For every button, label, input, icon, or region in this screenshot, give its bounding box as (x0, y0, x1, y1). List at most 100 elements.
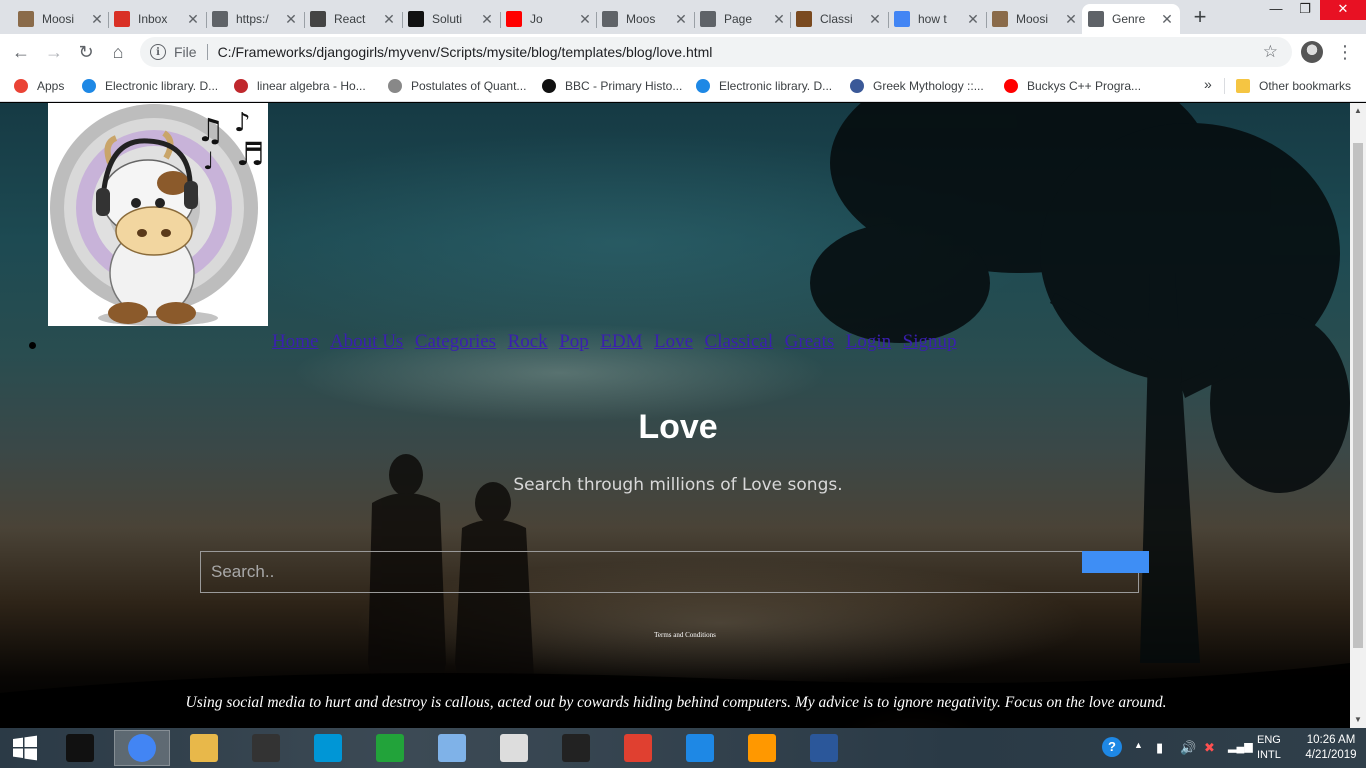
atom-icon (388, 79, 402, 93)
colorful-app-icon (252, 734, 280, 762)
nav-link-edm[interactable]: EDM (600, 331, 642, 352)
browser-tab[interactable]: Page ✕ (694, 4, 792, 34)
scroll-thumb[interactable] (1353, 143, 1363, 648)
new-tab-button[interactable]: + (1188, 6, 1212, 30)
bookmark-star-icon[interactable]: ☆ (1263, 42, 1278, 62)
browser-tab[interactable]: Moosi ✕ (12, 4, 110, 34)
main-nav: Home About Us Categories Rock Pop EDM Lo… (272, 331, 968, 353)
browser-tab[interactable]: Inbox ✕ (108, 4, 206, 34)
nav-link-signup[interactable]: Signup (903, 331, 957, 352)
scroll-down-arrow-icon[interactable]: ▼ (1354, 715, 1362, 724)
back-button[interactable]: ← (9, 40, 33, 64)
taskbar-app-button[interactable] (548, 730, 604, 766)
taskbar-app-button[interactable] (176, 730, 232, 766)
bookmark-item[interactable]: Postulates of Quant... (388, 77, 526, 95)
chrome-icon (128, 734, 156, 762)
taskbar-app-button[interactable] (114, 730, 170, 766)
taskbar-app-button[interactable] (300, 730, 356, 766)
restore-button[interactable]: ❐ (1291, 0, 1319, 20)
bookmark-item[interactable]: Electronic library. D... (82, 77, 218, 95)
browser-tab[interactable]: Jo ✕ (500, 4, 598, 34)
nav-link-classical[interactable]: Classical (705, 331, 774, 352)
clock[interactable]: 10:26 AM 4/21/2019 (1300, 733, 1362, 763)
tab-close-icon[interactable]: ✕ (90, 11, 104, 28)
terms-link[interactable]: Terms and Conditions (0, 631, 1350, 639)
tab-close-icon[interactable]: ✕ (868, 11, 882, 28)
scroll-up-arrow-icon[interactable]: ▲ (1354, 106, 1362, 115)
taskbar-app-button[interactable] (238, 730, 294, 766)
browser-tab[interactable]: Moosi ✕ (986, 4, 1084, 34)
taskbar-app-button[interactable] (734, 730, 790, 766)
network-icon[interactable]: ▮ (1156, 740, 1163, 756)
nav-link-rock[interactable]: Rock (508, 331, 548, 352)
profile-avatar[interactable] (1301, 41, 1323, 63)
nav-link-pop[interactable]: Pop (559, 331, 589, 352)
taskbar-app-button[interactable] (362, 730, 418, 766)
tab-close-icon[interactable]: ✕ (480, 11, 494, 28)
browser-tab[interactable]: Moos ✕ (596, 4, 694, 34)
search-input[interactable] (200, 551, 1139, 593)
browser-tab[interactable]: Classi ✕ (790, 4, 888, 34)
address-bar[interactable]: i File C:/Frameworks/djangogirls/myvenv/… (140, 37, 1292, 67)
nav-link-home[interactable]: Home (272, 331, 318, 352)
svg-text:♫: ♫ (196, 111, 225, 149)
site-logo[interactable]: ♫ ♪ ♬ ♩ (48, 103, 268, 326)
minimize-button[interactable]: — (1262, 0, 1290, 20)
start-button[interactable] (0, 728, 50, 768)
bookmark-item[interactable]: linear algebra - Ho... (234, 77, 366, 95)
tab-close-icon[interactable]: ✕ (284, 11, 298, 28)
windows-live-icon (624, 734, 652, 762)
taskbar-app-button[interactable] (52, 730, 108, 766)
taskbar-app-button[interactable] (610, 730, 666, 766)
page-scrollbar[interactable]: ▲ ▼ (1350, 103, 1366, 728)
other-bookmarks-folder[interactable]: Other bookmarks (1236, 77, 1351, 95)
input-language[interactable]: ENG INTL (1257, 733, 1281, 763)
tab-close-icon[interactable]: ✕ (578, 11, 592, 28)
s-icon (408, 11, 424, 27)
tab-close-icon[interactable]: ✕ (382, 11, 396, 28)
menu-dots-icon[interactable]: ⋮ (1336, 42, 1354, 62)
youtube-icon (1004, 79, 1018, 93)
tab-close-icon[interactable]: ✕ (1160, 11, 1174, 28)
tab-close-icon[interactable]: ✕ (674, 11, 688, 28)
bookmark-item[interactable]: Buckys C++ Progra... (1004, 77, 1141, 95)
nav-link-greats[interactable]: Greats (785, 331, 835, 352)
window-close-button[interactable]: ✕ (1320, 0, 1366, 20)
browser-tab[interactable]: Genre ✕ (1082, 4, 1180, 34)
bookmarks-overflow-button[interactable]: » (1204, 76, 1212, 92)
bookmark-item[interactable]: Electronic library. D... (696, 77, 832, 95)
forward-button[interactable]: → (42, 40, 66, 64)
browser-tab[interactable]: Soluti ✕ (402, 4, 500, 34)
browser-tab[interactable]: how t ✕ (888, 4, 986, 34)
url-text[interactable]: C:/Frameworks/djangogirls/myvenv/Scripts… (218, 44, 713, 60)
taskbar-app-button[interactable] (796, 730, 852, 766)
signal-bars-icon[interactable]: ▂▄▆ (1228, 740, 1253, 753)
taskbar-app-button[interactable] (672, 730, 728, 766)
tab-close-icon[interactable]: ✕ (772, 11, 786, 28)
search-button[interactable] (1082, 551, 1149, 573)
volume-icon[interactable]: 🔊 (1180, 740, 1196, 756)
tab-close-icon[interactable]: ✕ (186, 11, 200, 28)
nav-link-about-us[interactable]: About Us (330, 331, 403, 352)
nav-link-login[interactable]: Login (846, 331, 891, 352)
home-button[interactable]: ⌂ (106, 40, 130, 64)
bookmark-item[interactable]: Greek Mythology ::... (850, 77, 984, 95)
info-icon[interactable]: i (150, 44, 166, 60)
reload-button[interactable]: ↻ (74, 40, 98, 64)
bookmark-item[interactable]: BBC - Primary Histo... (542, 77, 682, 95)
clock-time: 10:26 AM (1306, 734, 1356, 746)
page-icon (700, 11, 716, 27)
page-subtitle: Search through millions of Love songs. (513, 475, 843, 495)
nav-link-categories[interactable]: Categories (415, 331, 496, 352)
browser-tab[interactable]: https:/ ✕ (206, 4, 304, 34)
help-icon[interactable]: ? (1102, 737, 1122, 757)
browser-tab[interactable]: React ✕ (304, 4, 402, 34)
tab-close-icon[interactable]: ✕ (1064, 11, 1078, 28)
show-hidden-icons-icon[interactable]: ▲ (1134, 740, 1143, 750)
nav-link-love[interactable]: Love (654, 331, 693, 352)
battery-warning-icon[interactable]: ✖ (1204, 740, 1215, 756)
bookmark-item[interactable]: Apps (14, 77, 64, 95)
taskbar-app-button[interactable] (424, 730, 480, 766)
tab-close-icon[interactable]: ✕ (966, 11, 980, 28)
taskbar-app-button[interactable] (486, 730, 542, 766)
